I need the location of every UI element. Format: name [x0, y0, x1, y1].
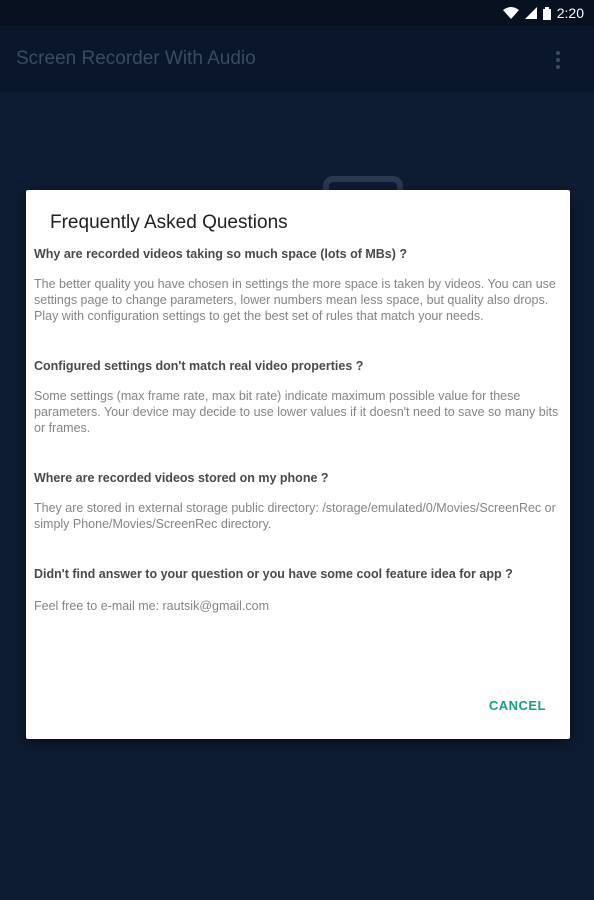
faq-answer: Some settings (max frame rate, max bit r…	[34, 389, 559, 435]
status-bar: 2:20	[0, 0, 594, 26]
faq-list: Why are recorded videos taking so much s…	[34, 246, 562, 614]
app-bar: Screen Recorder With Audio	[0, 26, 594, 92]
overflow-menu-icon[interactable]	[546, 48, 570, 72]
faq-question: Where are recorded videos stored on my p…	[34, 471, 329, 485]
cancel-button[interactable]: CANCEL	[489, 698, 546, 713]
battery-icon	[542, 6, 551, 20]
faq-question: Configured settings don't match real vid…	[34, 359, 364, 373]
faq-answer: The better quality you have chosen in se…	[34, 277, 556, 323]
clock: 2:20	[556, 5, 584, 21]
faq-answer: They are stored in external storage publ…	[34, 501, 556, 531]
faq-question: Didn't find answer to your question or y…	[34, 567, 513, 581]
wifi-icon	[502, 7, 519, 19]
dialog-title: Frequently Asked Questions	[50, 212, 288, 233]
cell-signal-icon	[524, 7, 537, 19]
faq-question: Why are recorded videos taking so much s…	[34, 247, 407, 261]
faq-dialog: Frequently Asked Questions Why are recor…	[26, 190, 570, 739]
app-title: Screen Recorder With Audio	[16, 48, 256, 69]
status-icons: 2:20	[502, 0, 584, 26]
faq-answer: Feel free to e-mail me: rautsik@gmail.co…	[34, 599, 269, 613]
